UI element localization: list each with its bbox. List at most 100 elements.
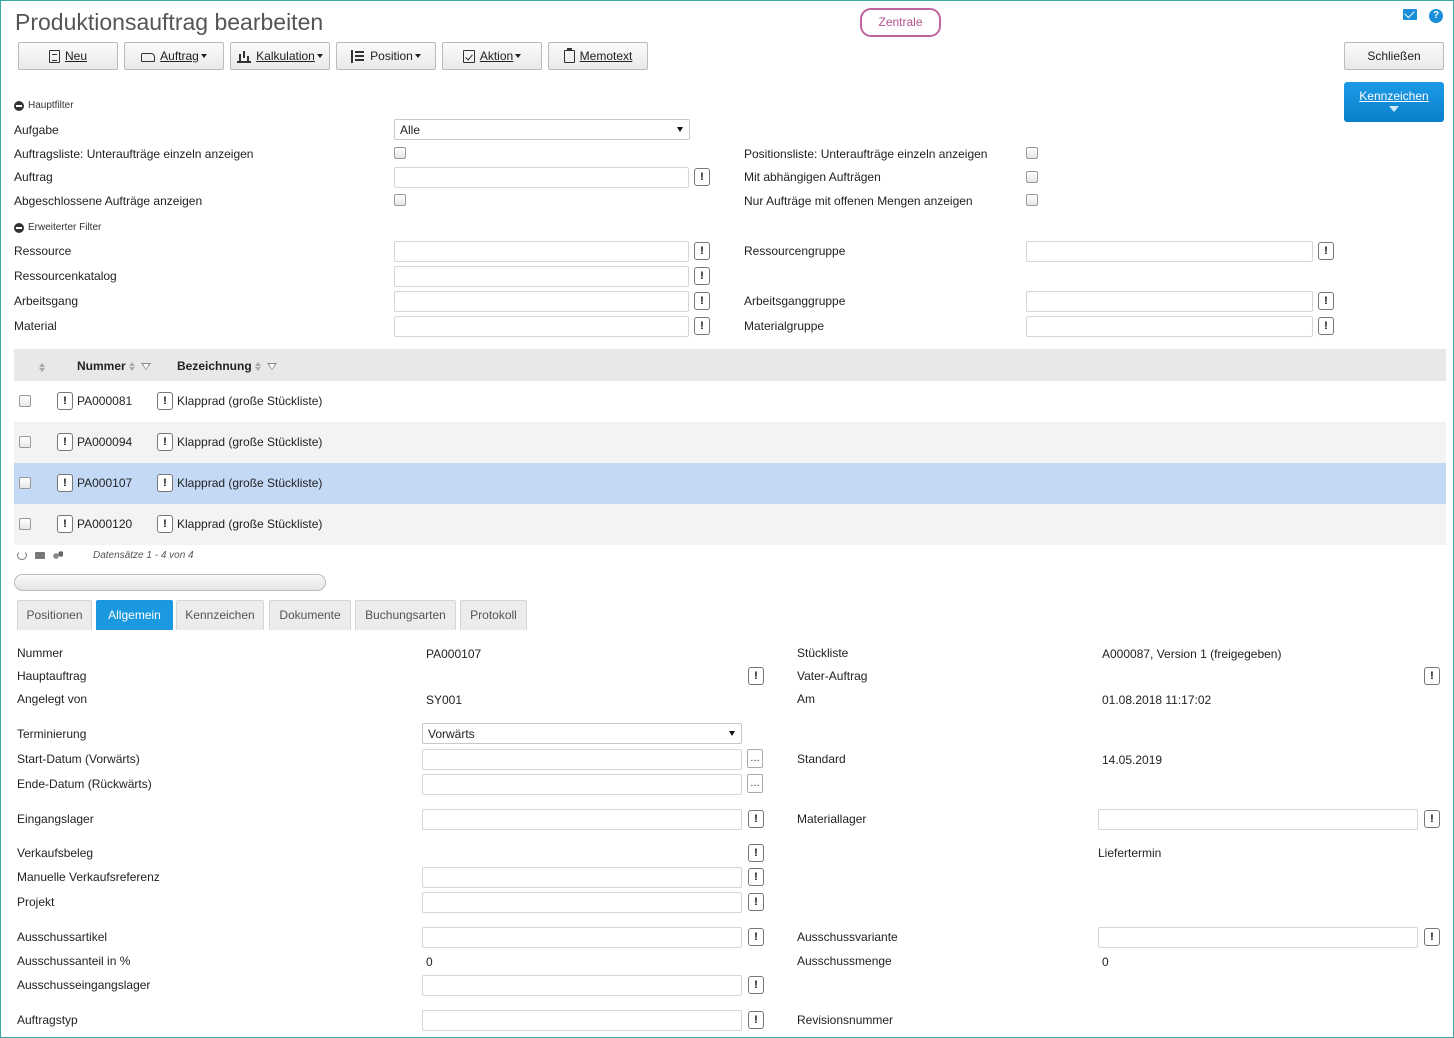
top-icons: ? [1403, 9, 1443, 23]
hauptauftrag-lookup-button[interactable]: ! [748, 667, 764, 685]
arbeitsganggruppe-lookup-button[interactable]: ! [1318, 292, 1334, 310]
row-detail-button[interactable]: ! [157, 474, 173, 492]
am-value: 01.08.2018 11:17:02 [1102, 693, 1212, 707]
tab-buchungsarten[interactable]: Buchungsarten [355, 600, 456, 630]
tab-allgemein[interactable]: Allgemein [96, 600, 173, 630]
materiallager-lookup-button[interactable]: ! [1424, 810, 1440, 828]
vater-auftrag-label: Vater-Auftrag [797, 669, 868, 683]
offene-mengen-checkbox[interactable] [1026, 194, 1038, 206]
ressourcenkatalog-lookup-button[interactable]: ! [694, 267, 710, 285]
projekt-lookup-button[interactable]: ! [748, 893, 764, 911]
column-header-nummer[interactable]: Nummer [77, 359, 151, 373]
row-detail-button[interactable]: ! [157, 433, 173, 451]
start-datum-picker-button[interactable]: ... [747, 749, 763, 768]
eingangslager-input[interactable] [422, 809, 742, 830]
terminierung-label: Terminierung [17, 727, 87, 741]
ausschussvariante-input[interactable] [1098, 927, 1418, 948]
manuelle-verkaufsreferenz-input[interactable] [422, 867, 742, 888]
row-checkbox[interactable] [19, 395, 31, 407]
horizontal-scrollbar[interactable] [14, 574, 326, 591]
ressource-lookup-button[interactable]: ! [694, 242, 710, 260]
materialgruppe-input[interactable] [1026, 316, 1313, 337]
table-row[interactable]: ! PA000081 ! Klapprad (große Stückliste) [14, 381, 1446, 422]
sort-icon [128, 361, 135, 371]
abgeschlossen-checkbox[interactable] [394, 194, 406, 206]
kalkulation-menu-button[interactable]: Kalkulation [230, 42, 330, 70]
row-checkbox[interactable] [19, 436, 31, 448]
materiallager-input[interactable] [1098, 809, 1418, 830]
auftrag-menu-button[interactable]: Auftrag [124, 42, 224, 70]
hauptfilter-toggle[interactable]: Hauptfilter [14, 100, 74, 111]
arbeitsganggruppe-input[interactable] [1026, 291, 1313, 312]
print-icon[interactable] [35, 552, 45, 559]
auftrag-input[interactable] [394, 167, 689, 188]
row-detail-button[interactable]: ! [157, 515, 173, 533]
tab-kennzeichen[interactable]: Kennzeichen [176, 600, 264, 630]
refresh-icon[interactable] [17, 551, 27, 560]
ende-datum-input[interactable] [422, 774, 742, 795]
erweiterter-filter-toggle[interactable]: Erweiterter Filter [14, 222, 101, 233]
terminierung-select[interactable]: Vorwärts [422, 723, 742, 744]
table-row[interactable]: ! PA000094 ! Klapprad (große Stückliste) [14, 422, 1446, 463]
auftragstyp-input[interactable] [422, 1010, 742, 1031]
tab-dokumente[interactable]: Dokumente [269, 600, 351, 630]
auftrag-lookup-button[interactable]: ! [694, 168, 710, 186]
positionsliste-unterauftraege-checkbox[interactable] [1026, 147, 1038, 159]
position-menu-button[interactable]: Position [336, 42, 436, 70]
auftragstyp-lookup-button[interactable]: ! [748, 1011, 764, 1029]
neu-button[interactable]: Neu [18, 42, 118, 70]
aktion-menu-button[interactable]: Aktion [442, 42, 542, 70]
row-detail-button[interactable]: ! [57, 474, 73, 492]
settings-icon[interactable] [53, 551, 63, 560]
auftragsliste-unterauftraege-checkbox[interactable] [394, 147, 406, 159]
mail-icon[interactable] [1403, 9, 1417, 20]
abhaengig-checkbox[interactable] [1026, 171, 1038, 183]
verkaufsbeleg-lookup-button[interactable]: ! [748, 844, 764, 862]
arbeitsgang-lookup-button[interactable]: ! [694, 292, 710, 310]
row-checkbox[interactable] [19, 477, 31, 489]
ressourcengruppe-lookup-button[interactable]: ! [1318, 242, 1334, 260]
ausschusseingangslager-lookup-button[interactable]: ! [748, 976, 764, 994]
sort-icon[interactable] [39, 363, 45, 372]
row-detail-button[interactable]: ! [157, 392, 173, 410]
dropdown-arrow-icon [677, 127, 683, 132]
ausschussvariante-lookup-button[interactable]: ! [1424, 928, 1440, 946]
row-detail-button[interactable]: ! [57, 392, 73, 410]
start-datum-input[interactable] [422, 749, 742, 770]
tab-protokoll[interactable]: Protokoll [460, 600, 527, 630]
ende-datum-picker-button[interactable]: ... [747, 774, 763, 793]
vater-auftrag-lookup-button[interactable]: ! [1424, 667, 1440, 685]
zentrale-button[interactable]: Zentrale [860, 8, 941, 37]
aufgabe-select[interactable]: Alle [394, 119, 690, 140]
eingangslager-lookup-button[interactable]: ! [748, 810, 764, 828]
checklist-icon [462, 49, 475, 63]
close-button[interactable]: Schließen [1344, 42, 1444, 70]
ressourcenkatalog-input[interactable] [394, 266, 689, 287]
material-input[interactable] [394, 316, 689, 337]
column-header-bezeichnung[interactable]: Bezeichnung [177, 359, 277, 373]
ressourcengruppe-input[interactable] [1026, 241, 1313, 262]
column-filter-icon[interactable] [266, 362, 277, 370]
ausschussartikel-input[interactable] [422, 927, 742, 948]
table-row-selected[interactable]: ! PA000107 ! Klapprad (große Stückliste) [14, 463, 1446, 504]
materialgruppe-lookup-button[interactable]: ! [1318, 317, 1334, 335]
nummer-value: PA000107 [426, 647, 482, 661]
ressource-input[interactable] [394, 241, 689, 262]
table-row[interactable]: ! PA000120 ! Klapprad (große Stückliste) [14, 504, 1446, 545]
manuelle-verkaufsreferenz-button[interactable]: ! [748, 868, 764, 886]
column-filter-icon[interactable] [140, 362, 151, 370]
ausschusseingangslager-input[interactable] [422, 975, 742, 996]
ausschussartikel-lookup-button[interactable]: ! [748, 928, 764, 946]
material-lookup-button[interactable]: ! [694, 317, 710, 335]
tab-positionen[interactable]: Positionen [17, 600, 92, 630]
arbeitsgang-input[interactable] [394, 291, 689, 312]
cell-bezeichnung: Klapprad (große Stückliste) [177, 517, 323, 531]
projekt-input[interactable] [422, 892, 742, 913]
memotext-button[interactable]: Memotext [548, 42, 648, 70]
kennzeichen-filter-button[interactable]: Kennzeichen [1344, 82, 1444, 122]
row-detail-button[interactable]: ! [57, 515, 73, 533]
help-icon[interactable]: ? [1429, 9, 1443, 23]
standard-value: 14.05.2019 [1102, 753, 1163, 767]
row-checkbox[interactable] [19, 518, 31, 530]
row-detail-button[interactable]: ! [57, 433, 73, 451]
